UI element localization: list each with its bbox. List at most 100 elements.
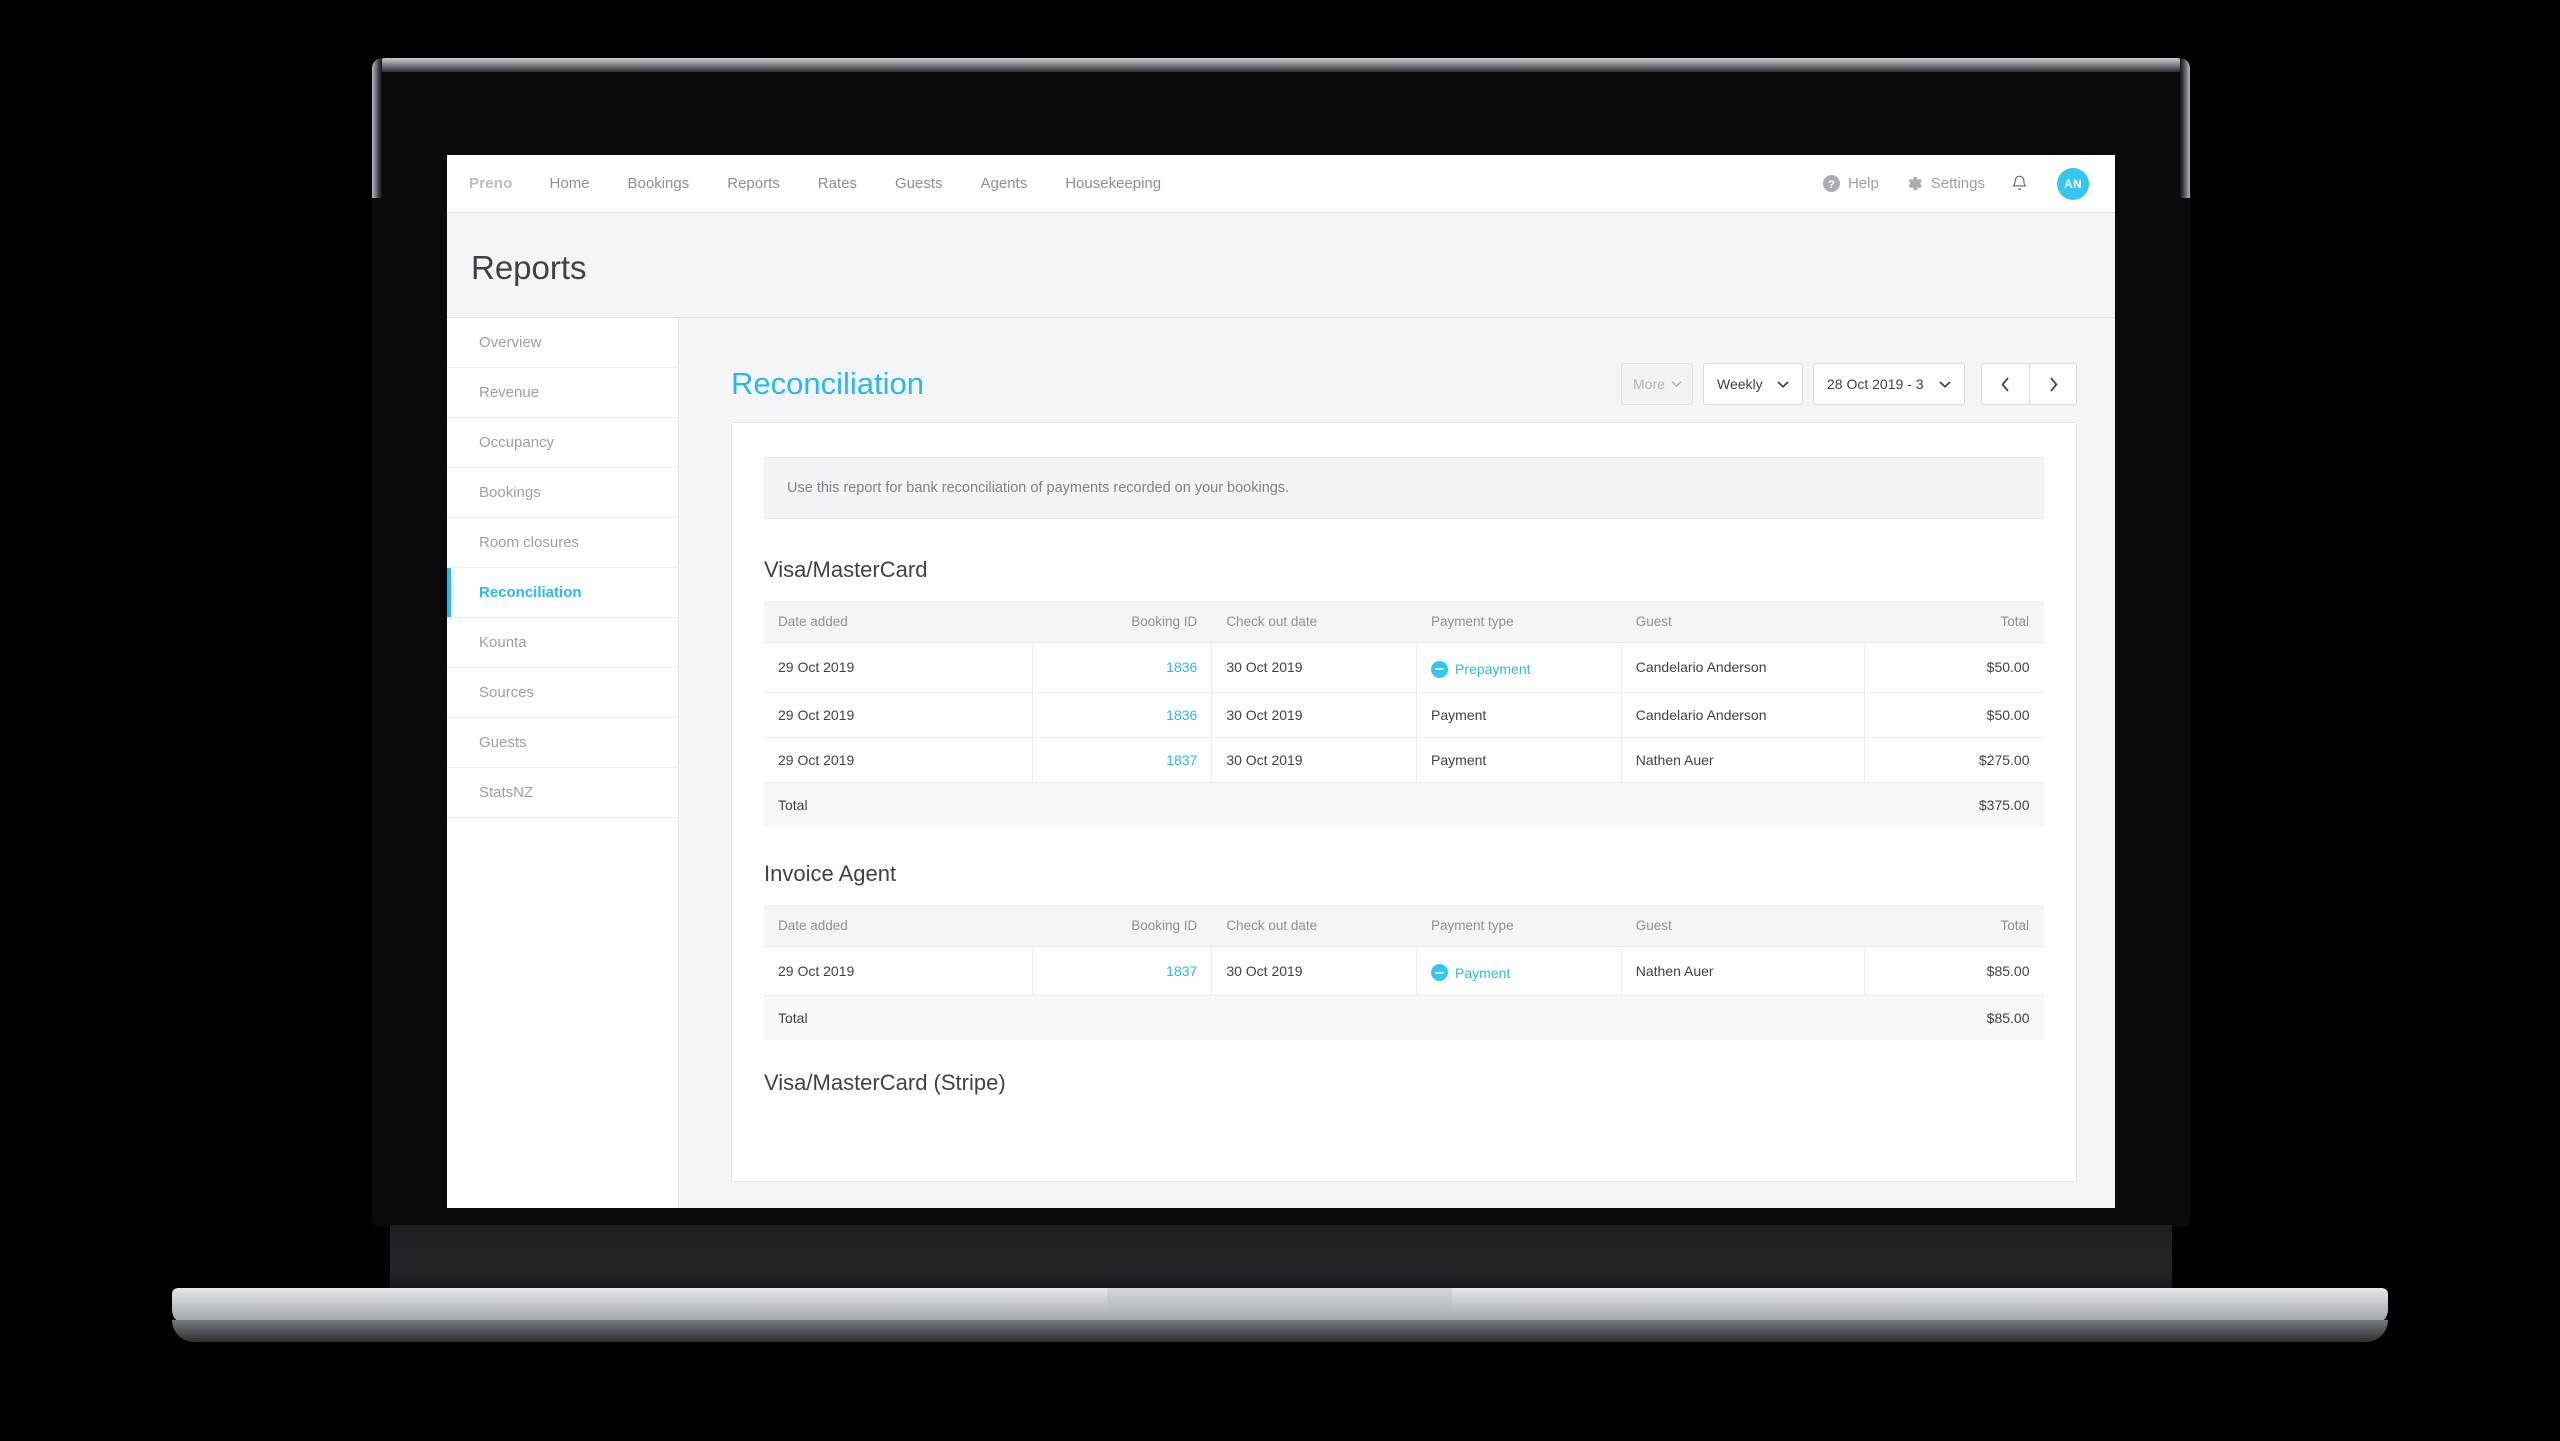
nav-utility-area: ? Help Settings AN bbox=[1809, 167, 2089, 200]
table-header-row: Date added Booking ID Check out date Pay… bbox=[764, 601, 2044, 643]
sidebar-item-occupancy[interactable]: Occupancy bbox=[447, 418, 678, 468]
sidebar-item-kounta[interactable]: Kounta bbox=[447, 618, 678, 668]
previous-period-button[interactable] bbox=[1981, 363, 2029, 405]
next-period-button[interactable] bbox=[2029, 363, 2077, 405]
total-label: Total bbox=[764, 995, 1033, 1040]
reports-sidebar: Overview Revenue Occupancy Bookings Room… bbox=[447, 318, 679, 1208]
section-title-invoice-agent: Invoice Agent bbox=[764, 860, 897, 886]
sidebar-item-sources[interactable]: Sources bbox=[447, 668, 678, 718]
nav-link-guests[interactable]: Guests bbox=[876, 155, 962, 213]
report-content: Reconciliation More Weekly 28 Oct 2019 -… bbox=[679, 318, 2115, 1208]
total-spacer bbox=[1032, 995, 1212, 1040]
column-header-check-out-date[interactable]: Check out date bbox=[1211, 904, 1417, 947]
payment-type-label[interactable]: Prepayment bbox=[1455, 661, 1530, 677]
column-header-guest[interactable]: Guest bbox=[1621, 601, 1865, 643]
page-body: Overview Revenue Occupancy Bookings Room… bbox=[447, 317, 2115, 1208]
cell-guest: Candelario Anderson bbox=[1621, 642, 1865, 693]
help-circle-icon: ? bbox=[1822, 174, 1841, 193]
nav-link-housekeeping[interactable]: Housekeeping bbox=[1046, 155, 1180, 213]
bell-icon bbox=[2010, 174, 2029, 194]
payment-type-label[interactable]: Payment bbox=[1455, 965, 1510, 981]
total-spacer bbox=[1032, 781, 1212, 827]
lid-left-rim bbox=[372, 58, 382, 198]
sidebar-item-overview[interactable]: Overview bbox=[447, 318, 678, 368]
column-header-total[interactable]: Total bbox=[1864, 904, 2044, 947]
date-range-label: 28 Oct 2019 - 3 Nov 2019 bbox=[1827, 376, 1927, 392]
cell-booking-id[interactable]: 1837 bbox=[1032, 946, 1213, 996]
nav-link-reports[interactable]: Reports bbox=[708, 155, 799, 213]
table-row[interactable]: 29 Oct 2019 1837 30 Oct 2019 Payment Nat… bbox=[764, 946, 2044, 996]
svg-text:?: ? bbox=[1828, 179, 1835, 191]
reconciliation-table-visa-mastercard: Date added Booking ID Check out date Pay… bbox=[764, 601, 2044, 827]
report-header: Reconciliation More Weekly 28 Oct 2019 -… bbox=[679, 318, 2115, 414]
cell-date-added: 29 Oct 2019 bbox=[764, 642, 1034, 693]
column-header-guest[interactable]: Guest bbox=[1621, 904, 1865, 947]
chevron-down-icon bbox=[1939, 380, 1951, 389]
table-row[interactable]: 29 Oct 2019 1836 30 Oct 2019 Prepayment bbox=[764, 642, 2044, 693]
notifications-button[interactable] bbox=[1998, 174, 2041, 194]
cell-booking-id[interactable]: 1836 bbox=[1032, 692, 1213, 738]
user-avatar[interactable]: AN bbox=[2057, 167, 2089, 200]
gear-icon bbox=[1905, 174, 1924, 193]
top-navigation-bar: Preno Home Bookings Reports Rates Guests… bbox=[447, 155, 2115, 213]
column-header-date-added[interactable]: Date added bbox=[764, 904, 1033, 947]
date-range-dropdown[interactable]: 28 Oct 2019 - 3 Nov 2019 bbox=[1813, 363, 1965, 405]
column-header-booking-id[interactable]: Booking ID bbox=[1032, 904, 1212, 947]
total-spacer bbox=[1211, 995, 1417, 1040]
nav-link-home[interactable]: Home bbox=[531, 155, 609, 213]
section-title-visa-mastercard-stripe: Visa/MasterCard (Stripe) bbox=[764, 1070, 1006, 1095]
column-header-total[interactable]: Total bbox=[1864, 601, 2044, 643]
nav-link-rates[interactable]: Rates bbox=[799, 155, 876, 213]
period-dropdown[interactable]: Weekly bbox=[1703, 363, 1803, 405]
total-spacer bbox=[1621, 995, 1865, 1040]
settings-button[interactable]: Settings bbox=[1892, 174, 1998, 193]
lid-right-rim bbox=[2180, 58, 2190, 198]
cell-total: $85.00 bbox=[1864, 946, 2044, 996]
cell-booking-id[interactable]: 1836 bbox=[1032, 642, 1213, 693]
sidebar-item-bookings[interactable]: Bookings bbox=[447, 468, 678, 518]
section-title-visa-mastercard: Visa/MasterCard bbox=[764, 557, 928, 582]
info-dot-icon[interactable] bbox=[1431, 964, 1449, 981]
help-button[interactable]: ? Help bbox=[1809, 174, 1892, 193]
info-dot-icon[interactable] bbox=[1431, 660, 1449, 678]
page-container: Reports Overview Revenue Occupancy Booki… bbox=[447, 213, 2115, 1208]
table-row[interactable]: 29 Oct 2019 1836 30 Oct 2019 Payment Can… bbox=[764, 692, 2044, 738]
app-logo[interactable]: Preno bbox=[463, 175, 519, 192]
table-total-row: Total $85.00 bbox=[764, 995, 2044, 1040]
reconciliation-table-invoice-agent: Date added Booking ID Check out date Pay… bbox=[764, 904, 2044, 1040]
sidebar-item-statsnz[interactable]: StatsNZ bbox=[447, 768, 678, 818]
column-header-booking-id[interactable]: Booking ID bbox=[1032, 601, 1212, 643]
cell-guest: Nathen Auer bbox=[1621, 737, 1865, 783]
column-header-check-out-date[interactable]: Check out date bbox=[1211, 601, 1417, 643]
chevron-right-icon bbox=[2049, 376, 2058, 392]
laptop-mockup-scene: Preno Home Bookings Reports Rates Guests… bbox=[0, 0, 2560, 1441]
column-header-payment-type[interactable]: Payment type bbox=[1416, 904, 1622, 947]
sidebar-item-guests[interactable]: Guests bbox=[447, 718, 678, 768]
more-dropdown[interactable]: More bbox=[1621, 363, 1693, 405]
total-amount: $85.00 bbox=[1864, 995, 2044, 1040]
total-spacer bbox=[1211, 781, 1417, 827]
cell-payment-type: Prepayment bbox=[1416, 642, 1622, 693]
cell-guest: Nathen Auer bbox=[1621, 946, 1865, 996]
column-header-date-added[interactable]: Date added bbox=[764, 601, 1033, 643]
cell-total: $50.00 bbox=[1864, 642, 2044, 693]
cell-date-added: 29 Oct 2019 bbox=[764, 946, 1034, 996]
settings-label: Settings bbox=[1930, 175, 1985, 192]
sidebar-item-room-closures[interactable]: Room closures bbox=[447, 518, 678, 568]
report-card: Use this report for bank reconciliation … bbox=[731, 422, 2077, 1182]
sidebar-item-reconciliation[interactable]: Reconciliation bbox=[447, 568, 678, 618]
chevron-left-icon bbox=[2001, 376, 2010, 392]
sidebar-item-revenue[interactable]: Revenue bbox=[447, 368, 678, 418]
nav-link-agents[interactable]: Agents bbox=[962, 155, 1047, 213]
cell-payment-type: Payment bbox=[1416, 737, 1622, 783]
cell-booking-id[interactable]: 1837 bbox=[1032, 737, 1213, 783]
cell-date-added: 29 Oct 2019 bbox=[764, 692, 1034, 738]
chevron-down-icon bbox=[1671, 380, 1682, 388]
cell-payment-type: Payment bbox=[1416, 946, 1622, 996]
report-title: Reconciliation bbox=[731, 366, 924, 401]
column-header-payment-type[interactable]: Payment type bbox=[1416, 601, 1622, 643]
table-row[interactable]: 29 Oct 2019 1837 30 Oct 2019 Payment Nat… bbox=[764, 737, 2044, 783]
period-label: Weekly bbox=[1717, 376, 1763, 392]
nav-link-bookings[interactable]: Bookings bbox=[609, 155, 709, 213]
cell-check-out-date: 30 Oct 2019 bbox=[1211, 737, 1418, 783]
